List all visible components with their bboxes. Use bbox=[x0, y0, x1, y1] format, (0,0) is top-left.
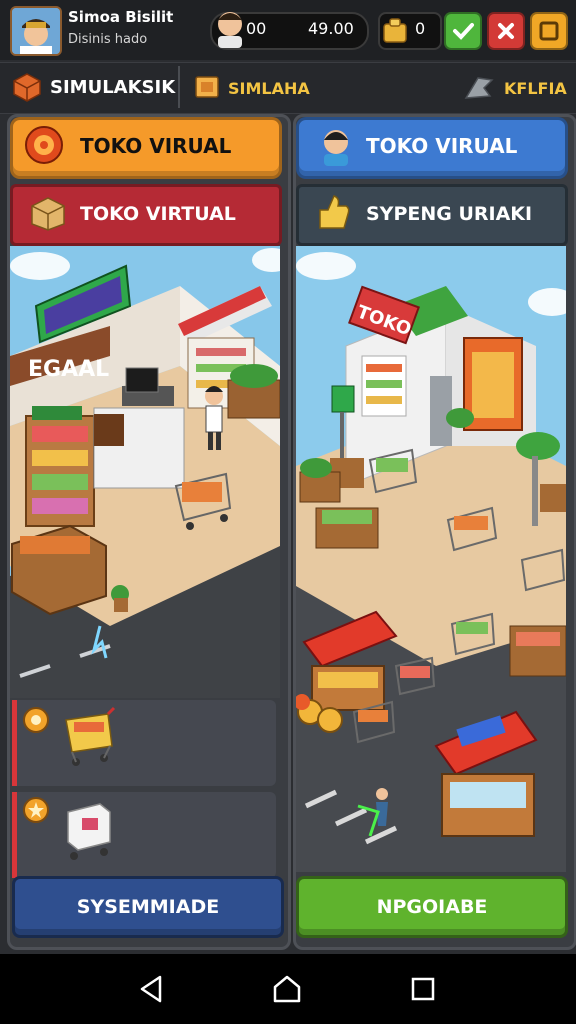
left-store-sign: EGAAL bbox=[28, 357, 109, 382]
slot-star-icon bbox=[22, 796, 50, 828]
confirm-button[interactable] bbox=[444, 12, 482, 50]
nav-divider bbox=[178, 66, 180, 108]
cardboard-box-icon bbox=[28, 192, 68, 236]
cash-register-icon bbox=[64, 798, 114, 868]
player-avatar[interactable] bbox=[10, 6, 62, 56]
coin-avatar-icon bbox=[212, 8, 248, 48]
recents-icon[interactable] bbox=[410, 976, 436, 1006]
target-icon bbox=[24, 125, 64, 169]
right-bottom-button[interactable]: NPGOIABE bbox=[296, 876, 568, 938]
left-slot-1[interactable] bbox=[12, 700, 276, 786]
menu-button[interactable] bbox=[530, 12, 568, 50]
coin-value-right: 49.00 bbox=[308, 19, 354, 38]
hand-point-icon bbox=[314, 192, 352, 236]
box-icon bbox=[194, 74, 220, 104]
flag-icon bbox=[464, 74, 494, 104]
right-store-scene[interactable]: TOKO bbox=[296, 246, 566, 872]
nav-tab-kflfia[interactable]: KFLFIA bbox=[504, 79, 567, 98]
coin-value-left: 00 bbox=[246, 19, 267, 38]
nav-tab-simlaha[interactable]: SIMLAHA bbox=[228, 79, 310, 98]
left-subheader-label: TOKO VIRTUAL bbox=[80, 203, 236, 225]
close-button[interactable] bbox=[487, 12, 525, 50]
left-slot-2-marker bbox=[12, 792, 17, 878]
right-subheader-label: SYPENG URIAKI bbox=[366, 203, 533, 225]
slot-coin-icon bbox=[22, 706, 50, 738]
left-bottom-button[interactable]: SYSEMMIADE bbox=[12, 876, 284, 938]
left-store-scene[interactable]: EGAAL bbox=[10, 246, 280, 698]
shopping-cart-icon bbox=[64, 706, 116, 776]
back-icon[interactable] bbox=[138, 974, 166, 1008]
player-name: Simoa Bisilit bbox=[68, 8, 174, 26]
left-slot-1-marker bbox=[12, 700, 17, 786]
gem-value: 0 bbox=[415, 19, 426, 38]
nav-tab-simulaksik[interactable]: SIMULAKSIK bbox=[50, 77, 175, 98]
left-slot-2[interactable] bbox=[12, 792, 276, 878]
crate-icon bbox=[12, 72, 42, 106]
player-subtitle: Disinis hado bbox=[68, 32, 148, 47]
home-icon[interactable] bbox=[272, 974, 302, 1008]
gold-bag-icon bbox=[381, 16, 409, 48]
right-header-label: TOKO VIRUAL bbox=[366, 134, 518, 158]
left-header-label: TOKO VIRUAL bbox=[80, 134, 232, 158]
shopkeeper-avatar-icon bbox=[316, 124, 356, 170]
